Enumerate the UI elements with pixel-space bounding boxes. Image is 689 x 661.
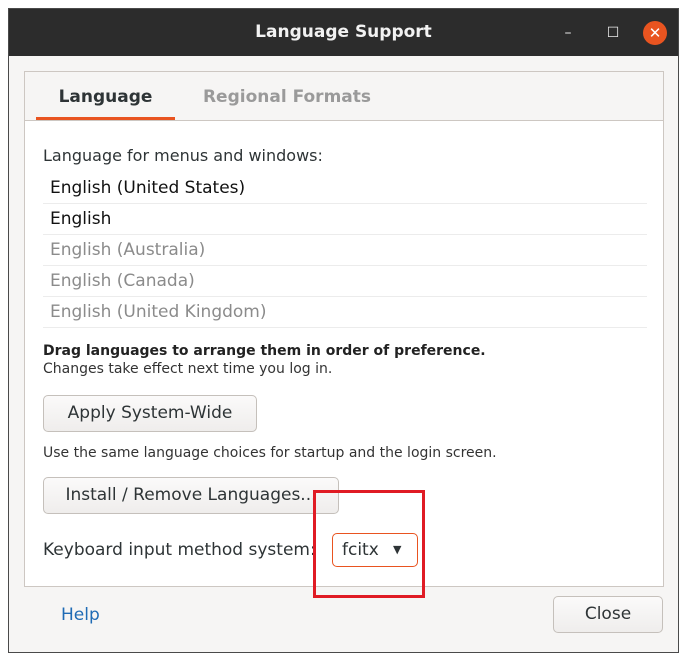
tab-bar: Language Regional Formats <box>25 72 663 121</box>
list-item[interactable]: English (Australia) <box>43 235 647 266</box>
annotation-highlight-box <box>313 490 425 598</box>
apply-system-wide-button[interactable]: Apply System-Wide <box>43 395 257 432</box>
effect-hint: Changes take effect next time you log in… <box>43 361 333 377</box>
close-button[interactable]: Close <box>553 596 663 633</box>
install-remove-languages-button[interactable]: Install / Remove Languages... <box>43 477 339 514</box>
language-list[interactable]: English (United States) English English … <box>43 173 647 328</box>
close-window-icon[interactable]: ✕ <box>643 21 667 45</box>
section-label: Language for menus and windows: <box>43 146 323 165</box>
apply-hint: Use the same language choices for startu… <box>43 445 497 461</box>
minimize-icon[interactable]: – <box>556 21 580 45</box>
list-item[interactable]: English (United Kingdom) <box>43 297 647 328</box>
tab-language[interactable]: Language <box>36 72 175 120</box>
list-item[interactable]: English (Canada) <box>43 266 647 297</box>
drag-hint: Drag languages to arrange them in order … <box>43 343 486 359</box>
list-item[interactable]: English (United States) <box>43 173 647 204</box>
keyboard-input-method-label: Keyboard input method system: <box>43 540 316 560</box>
help-link[interactable]: Help <box>61 605 100 625</box>
maximize-icon[interactable]: ☐ <box>601 21 625 45</box>
list-item[interactable]: English <box>43 204 647 235</box>
tab-regional-formats[interactable]: Regional Formats <box>196 72 378 120</box>
titlebar[interactable]: Language Support – ☐ ✕ <box>9 9 678 56</box>
